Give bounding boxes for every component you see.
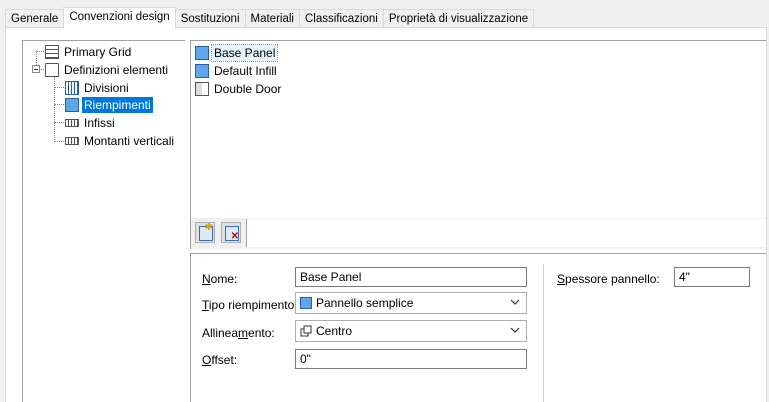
infill-icon	[65, 97, 79, 112]
list-item-label: Double Door	[214, 81, 282, 96]
alignment-value: Centro	[316, 324, 353, 338]
tab-generale[interactable]: Generale	[5, 9, 65, 29]
tab-sostituzioni[interactable]: Sostituzioni	[174, 9, 246, 29]
infill-type-value: Pannello semplice	[316, 296, 414, 310]
tree-item-riempimenti[interactable]: Riempimenti	[65, 96, 153, 113]
tab-classificazioni[interactable]: Classificazioni	[298, 9, 384, 29]
tree-item-label: Montanti verticali	[84, 133, 175, 148]
alignment-select[interactable]: Centro	[295, 320, 527, 342]
tree-item-definizioni-elementi[interactable]: Definizioni elementi	[45, 61, 170, 78]
tree-item-divisioni[interactable]: Divisioni	[65, 79, 131, 96]
alignment-icon	[300, 325, 312, 337]
tree-item-montanti-verticali[interactable]: Montanti verticali	[65, 132, 176, 149]
tree-line	[54, 87, 64, 88]
tab-strip: Generale Convenzioni design Sostituzioni…	[5, 7, 535, 29]
panel-divider	[543, 264, 544, 402]
tree-line	[36, 51, 44, 52]
folder-icon	[45, 62, 59, 77]
tree-line	[54, 122, 64, 123]
add-infill-button[interactable]: ✱	[195, 222, 215, 243]
grid-icon	[45, 44, 59, 59]
name-field[interactable]: Base Panel	[295, 267, 527, 287]
tree-item-infissi[interactable]: Infissi	[65, 114, 117, 131]
panel-icon	[195, 63, 209, 78]
thickness-label: Spessore pannello:	[557, 272, 660, 286]
collapse-toggle-icon[interactable]	[32, 65, 40, 73]
tree-item-label: Primary Grid	[64, 44, 132, 59]
tree-item-label: Riempimenti	[82, 96, 153, 113]
list-item-default-infill[interactable]: Default Infill	[195, 62, 279, 79]
list-item-label: Base Panel	[210, 43, 279, 62]
tab-materiali[interactable]: Materiali	[244, 9, 300, 29]
delete-x-icon: ✕	[230, 231, 239, 242]
tree-item-label: Definizioni elementi	[64, 62, 169, 77]
list-item-double-door[interactable]: Double Door	[195, 80, 283, 97]
tree-item-label: Divisioni	[84, 80, 129, 95]
star-icon: ✱	[204, 222, 213, 233]
tree-item-label: Infissi	[84, 115, 115, 130]
chevron-down-icon	[510, 327, 520, 333]
tree-line	[54, 141, 64, 142]
panel-icon	[300, 297, 312, 309]
panel-icon	[195, 45, 209, 60]
door-icon	[195, 81, 209, 96]
thickness-field[interactable]: 4"	[674, 267, 750, 287]
tab-proprieta-visualizzazione[interactable]: Proprietà di visualizzazione	[382, 9, 535, 29]
offset-field[interactable]: 0"	[295, 349, 527, 369]
tab-convenzioni-design[interactable]: Convenzioni design	[63, 7, 176, 29]
chevron-down-icon	[510, 299, 520, 305]
alignment-label: Allineamento:	[202, 326, 275, 340]
toolbar-field	[246, 219, 766, 247]
infill-list[interactable]: Base Panel Default Infill Double Door	[190, 40, 766, 220]
division-icon	[65, 80, 79, 95]
delete-infill-button[interactable]: ✕	[221, 222, 241, 243]
tree-item-primary-grid[interactable]: Primary Grid	[45, 43, 133, 60]
list-item-base-panel[interactable]: Base Panel	[195, 43, 279, 62]
infill-type-select[interactable]: Pannello semplice	[295, 292, 527, 314]
frame-icon	[65, 118, 79, 127]
list-item-label: Default Infill	[214, 63, 277, 78]
tree-line	[54, 104, 64, 105]
type-label: Tipo riempimento:	[202, 298, 298, 312]
element-tree[interactable]: Primary Grid Definizioni elementi Divisi…	[22, 40, 185, 402]
offset-label: Offset:	[202, 353, 238, 367]
mullion-icon	[65, 136, 79, 145]
properties-panel: Nome: Base Panel Tipo riempimento: Panne…	[190, 253, 766, 402]
name-label: Nome:	[202, 272, 238, 286]
